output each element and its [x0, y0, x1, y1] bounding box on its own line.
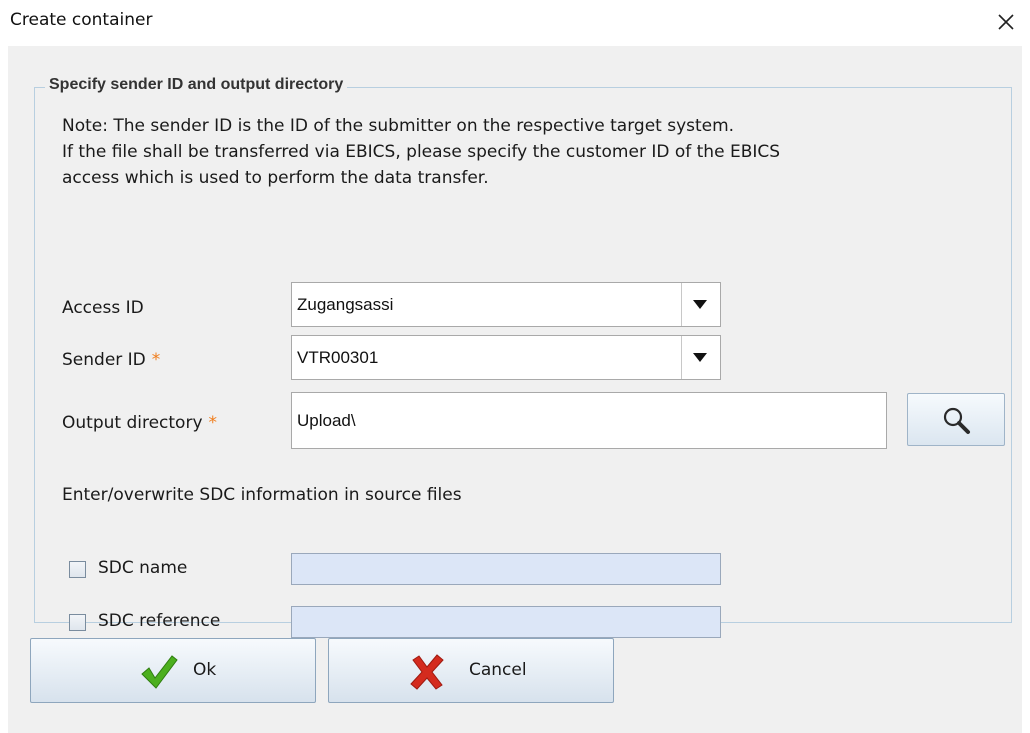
dialog-body: Specify sender ID and output directory N…	[8, 46, 1022, 733]
cancel-button[interactable]: Cancel	[328, 638, 614, 703]
access-id-combobox[interactable]: Zugangsassi	[291, 282, 721, 327]
sdc-reference-input[interactable]	[292, 607, 720, 637]
sender-output-groupbox: Specify sender ID and output directory N…	[34, 76, 1012, 638]
close-icon[interactable]	[994, 10, 1018, 34]
sdc-name-input[interactable]	[292, 554, 720, 584]
browse-directory-button[interactable]	[907, 393, 1005, 446]
sender-id-combobox[interactable]: VTR00301	[291, 335, 721, 380]
access-id-label: Access ID	[62, 298, 144, 318]
title-bar: Create container	[0, 0, 1030, 46]
chevron-down-icon[interactable]	[681, 283, 720, 326]
note-line: If the file shall be transferred via EBI…	[62, 142, 781, 162]
sdc-reference-field[interactable]	[291, 606, 721, 638]
sender-id-label-text: Sender ID	[62, 350, 146, 370]
sdc-reference-label[interactable]: SDC reference	[98, 611, 220, 631]
sdc-name-field[interactable]	[291, 553, 721, 585]
sdc-reference-checkbox[interactable]	[69, 614, 86, 631]
magnifier-icon	[943, 407, 970, 434]
chevron-down-icon[interactable]	[681, 336, 720, 379]
sender-id-value: VTR00301	[297, 348, 379, 367]
output-directory-input[interactable]	[292, 393, 886, 448]
sender-id-label: Sender ID *	[62, 350, 160, 370]
output-directory-field[interactable]	[291, 392, 887, 449]
checkmark-icon	[141, 655, 178, 689]
required-star: *	[151, 350, 161, 370]
sdc-name-checkbox[interactable]	[69, 561, 86, 578]
note-line: Note: The sender ID is the ID of the sub…	[62, 116, 735, 136]
access-id-value: Zugangsassi	[297, 295, 394, 314]
window-title: Create container	[10, 10, 153, 30]
note-text: Note: The sender ID is the ID of the sub…	[62, 113, 962, 191]
output-directory-label: Output directory *	[62, 413, 217, 433]
group-legend: Specify sender ID and output directory	[45, 76, 348, 94]
ok-label: Ok	[193, 660, 217, 680]
x-icon	[410, 654, 444, 690]
ok-button[interactable]: Ok	[30, 638, 316, 703]
sdc-name-label[interactable]: SDC name	[98, 558, 187, 578]
output-directory-label-text: Output directory	[62, 413, 203, 433]
required-star: *	[208, 413, 218, 433]
sdc-heading: Enter/overwrite SDC information in sourc…	[62, 485, 462, 505]
note-line: access which is used to perform the data…	[62, 168, 489, 188]
cancel-label: Cancel	[469, 660, 527, 680]
